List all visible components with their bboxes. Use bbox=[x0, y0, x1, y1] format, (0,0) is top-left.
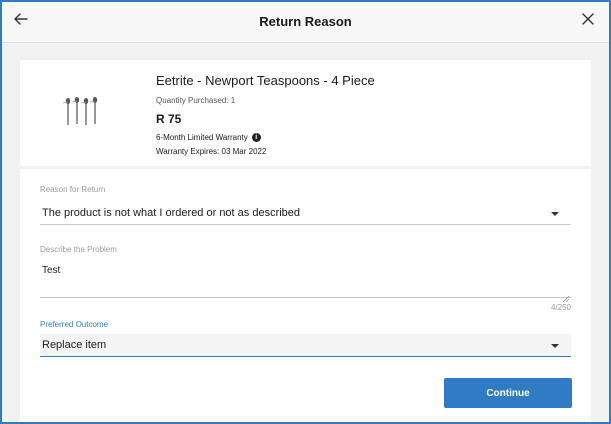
dialog-title: Return Reason bbox=[259, 14, 352, 29]
product-summary-card: Eetrite - Newport Teaspoons - 4 Piece Qu… bbox=[20, 60, 591, 166]
return-form: Reason for Return The product is not wha… bbox=[20, 169, 591, 422]
dialog-header: Return Reason bbox=[2, 2, 609, 43]
character-counter: 4/250 bbox=[550, 303, 571, 312]
problem-value: Test bbox=[42, 265, 61, 276]
product-price: R 75 bbox=[156, 112, 182, 126]
teaspoons-image bbox=[60, 94, 104, 128]
warranty-text: 6-Month Limited Warranty bbox=[156, 133, 248, 142]
outcome-value: Replace item bbox=[42, 339, 107, 351]
quantity-purchased: Quantity Purchased: 1 bbox=[156, 96, 236, 105]
outcome-label: Preferred Outcome bbox=[40, 320, 109, 329]
outcome-select[interactable]: Replace item bbox=[40, 334, 571, 357]
problem-textarea[interactable]: Test bbox=[40, 261, 571, 303]
warranty-expiry: Warranty Expires: 03 Mar 2022 bbox=[156, 147, 267, 156]
problem-label: Describe the Problem bbox=[40, 245, 117, 254]
resize-handle-icon[interactable] bbox=[562, 289, 570, 303]
reason-value: The product is not what I ordered or not… bbox=[42, 207, 301, 219]
return-reason-dialog: Return Reason Eetrite - Newport Teaspoon… bbox=[0, 0, 611, 424]
product-name: Eetrite - Newport Teaspoons - 4 Piece bbox=[156, 73, 375, 88]
continue-button[interactable]: Continue bbox=[444, 378, 572, 408]
reason-select[interactable]: The product is not what I ordered or not… bbox=[40, 202, 571, 225]
warranty-row: 6-Month Limited Warranty i bbox=[156, 133, 261, 142]
close-icon bbox=[581, 12, 595, 31]
caret-down-icon bbox=[551, 212, 559, 216]
caret-down-icon bbox=[551, 344, 559, 348]
close-button[interactable] bbox=[575, 8, 601, 34]
reason-label: Reason for Return bbox=[40, 185, 106, 194]
info-icon[interactable]: i bbox=[251, 133, 261, 142]
